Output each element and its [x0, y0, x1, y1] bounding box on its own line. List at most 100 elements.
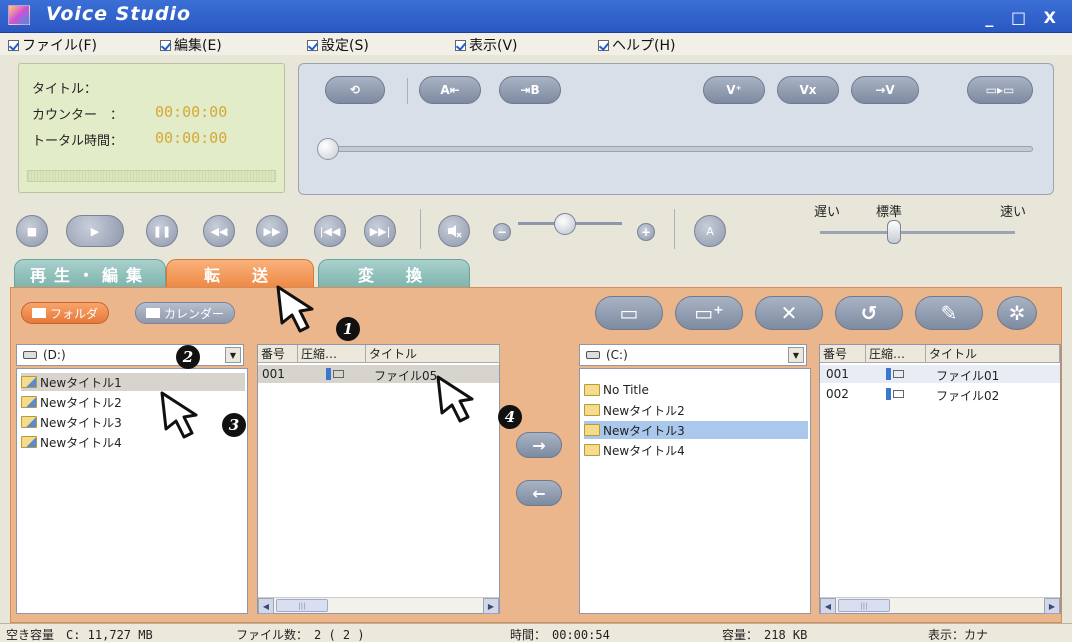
scroll-right-icon[interactable]: ▶	[1044, 598, 1060, 614]
previous-button[interactable]: |◀◀	[314, 215, 346, 247]
pointer-cursor-icon	[160, 391, 198, 439]
folder-icon	[584, 444, 600, 456]
rewind-button[interactable]: ◀◀	[203, 215, 235, 247]
mute-icon[interactable]	[438, 215, 470, 247]
new-folder-button[interactable]: ▭	[595, 296, 663, 330]
folder-icon	[584, 404, 600, 416]
horizontal-scrollbar[interactable]: ◀ ||| ▶	[820, 597, 1060, 614]
row-number: 001	[826, 367, 849, 381]
window-controls[interactable]: _ □ X	[985, 8, 1062, 27]
speed-fast-label: 速い	[1000, 205, 1027, 220]
pause-button[interactable]: ❚❚	[146, 215, 178, 247]
column-compression[interactable]: 圧縮…	[298, 345, 366, 363]
volume-down-button[interactable]: −	[493, 223, 511, 241]
seek-bar[interactable]	[327, 146, 1033, 152]
menu-settings[interactable]: 設定(S)	[307, 35, 369, 55]
tree-item-folder4[interactable]: Newタイトル4	[584, 441, 685, 459]
speed-normal-label: 標準	[876, 205, 903, 220]
calendar-view-button[interactable]: カレンダー	[135, 302, 236, 324]
volume-up-button[interactable]: +	[637, 223, 655, 241]
right-drive-select[interactable]: (C:) ▼	[579, 344, 807, 366]
transfer-panel: フォルダ カレンダー ▭ ▭⁺ ✕ ↺ ✎ ✲ (D:) ▼ Newタイトル1 …	[10, 287, 1062, 623]
app-icon	[8, 5, 30, 25]
extra-button[interactable]: ✲	[997, 296, 1037, 330]
voice-file-icon	[326, 368, 344, 380]
total-time-label: トータル時間：	[32, 134, 124, 149]
menu-file[interactable]: ファイル(F)	[8, 35, 97, 55]
main-area: タイトル： カウンター ： 00:00:00 トータル時間： 00:00:00 …	[0, 55, 1072, 623]
forward-button[interactable]: ▶▶	[256, 215, 288, 247]
chevron-down-icon[interactable]: ▼	[788, 347, 804, 363]
folder-view-button[interactable]: フォルダ	[21, 302, 110, 324]
move-mark-button[interactable]: →V	[851, 76, 919, 104]
scroll-right-icon[interactable]: ▶	[483, 598, 499, 614]
tree-item-folder3[interactable]: Newタイトル3	[584, 421, 808, 439]
add-button[interactable]: ▭⁺	[675, 296, 743, 330]
delete-button[interactable]: ✕	[755, 296, 823, 330]
menu-bar: ファイル(F) 編集(E) 設定(S) 表示(V) ヘルプ(H)	[0, 33, 1072, 55]
folder-icon	[21, 436, 37, 448]
folder-icon	[584, 424, 600, 436]
tree-item-folder2[interactable]: Newタイトル2	[21, 393, 122, 411]
tree-item-no-title[interactable]: No Title	[584, 381, 649, 399]
divide-button[interactable]: V⁺	[703, 76, 765, 104]
combine-button[interactable]: ▭▸▭	[967, 76, 1033, 104]
repeat-button[interactable]: ⟲	[325, 76, 385, 104]
transfer-left-button[interactable]: ←	[516, 480, 562, 506]
scroll-thumb[interactable]: |||	[276, 599, 328, 612]
scroll-thumb[interactable]: |||	[838, 599, 890, 612]
filter-button[interactable]: A	[694, 215, 726, 247]
check-icon	[455, 39, 466, 51]
column-compression[interactable]: 圧縮…	[866, 345, 926, 363]
speed-slider[interactable]	[820, 231, 1015, 234]
pointer-cursor-icon	[436, 375, 474, 423]
next-button[interactable]: ▶▶|	[364, 215, 396, 247]
tree-item-folder2[interactable]: Newタイトル2	[584, 401, 685, 419]
counter-label: カウンター ：	[32, 108, 124, 123]
tab-convert[interactable]: 変 換	[318, 259, 470, 287]
divider	[420, 209, 421, 249]
delete-mark-button[interactable]: Vx	[777, 76, 839, 104]
step-marker-1: 1	[336, 317, 360, 341]
seek-knob[interactable]	[317, 138, 339, 160]
tree-item-folder3[interactable]: Newタイトル3	[21, 413, 122, 431]
scroll-left-icon[interactable]: ◀	[258, 598, 274, 614]
menu-view[interactable]: 表示(V)	[455, 35, 518, 55]
undo-button[interactable]: ↺	[835, 296, 903, 330]
volume-knob[interactable]	[553, 213, 576, 235]
column-title[interactable]: タイトル	[926, 345, 1060, 363]
column-title[interactable]: タイトル	[366, 345, 500, 363]
title-label: タイトル：	[32, 82, 98, 97]
folder-icon	[21, 416, 37, 428]
drive-icon	[586, 351, 600, 359]
divider	[674, 209, 675, 249]
speed-panel: 遅い 標準 速い	[806, 195, 1054, 255]
speed-knob[interactable]	[887, 220, 902, 244]
folder-icon	[21, 396, 37, 408]
play-button[interactable]: ▶	[66, 215, 124, 247]
tree-item-folder4[interactable]: Newタイトル4	[21, 433, 122, 451]
column-number[interactable]: 番号	[258, 345, 298, 363]
menu-edit[interactable]: 編集(E)	[160, 35, 222, 55]
row-title: ファイル02	[936, 389, 1000, 403]
stop-button[interactable]: ■	[16, 215, 48, 247]
speed-slow-label: 遅い	[814, 205, 841, 220]
right-folder-tree: No Title Newタイトル2 Newタイトル3 Newタイトル4	[579, 368, 811, 614]
row-number: 001	[262, 367, 285, 381]
a-mark-button[interactable]: A⇤	[419, 76, 481, 104]
tree-item-folder1[interactable]: Newタイトル1	[21, 373, 245, 391]
tab-playback-edit[interactable]: 再生・編集	[14, 259, 166, 287]
menu-help[interactable]: ヘルプ(H)	[598, 35, 675, 55]
edit-button[interactable]: ✎	[915, 296, 983, 330]
folder-icon	[584, 384, 600, 396]
status-bar: 空き容量 C: 11,727 MB ファイル数： 2 ( 2 ) 時間： 00:…	[0, 623, 1072, 642]
column-number[interactable]: 番号	[820, 345, 866, 363]
transfer-right-button[interactable]: →	[516, 432, 562, 458]
total-time-value: 00:00:00	[155, 129, 228, 147]
folder-icon	[21, 376, 37, 388]
b-mark-button[interactable]: ⇥B	[499, 76, 561, 104]
scroll-left-icon[interactable]: ◀	[820, 598, 836, 614]
chevron-down-icon[interactable]: ▼	[225, 347, 241, 363]
left-drive-select[interactable]: (D:) ▼	[16, 344, 244, 366]
horizontal-scrollbar[interactable]: ◀ ||| ▶	[258, 597, 499, 614]
